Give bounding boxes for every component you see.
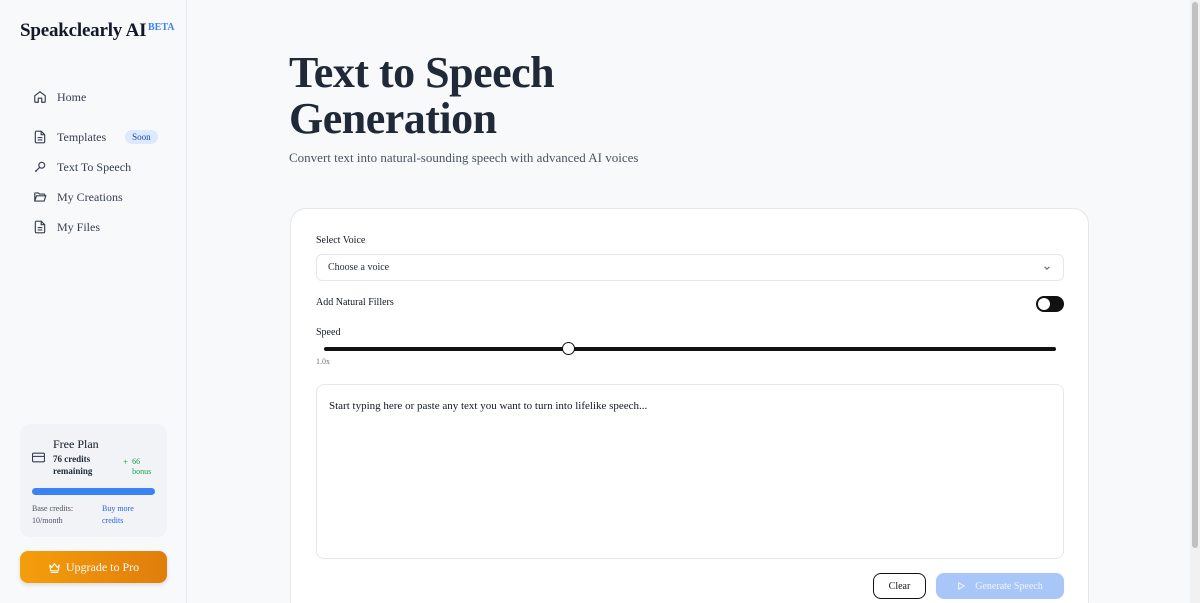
soon-badge: Soon — [125, 130, 158, 144]
sidebar-item-text-to-speech[interactable]: Text To Speech — [33, 157, 131, 177]
plan-card: Free Plan 76 credits remaining +66 bonus… — [20, 424, 167, 537]
sidebar-item-label: Templates — [57, 129, 107, 144]
credits-progress-bar — [32, 488, 155, 495]
folder-open-icon — [33, 190, 47, 204]
upgrade-label: Upgrade to Pro — [65, 559, 140, 574]
sidebar-item-my-files[interactable]: My Files — [33, 217, 100, 237]
tts-form-panel: Select Voice Choose a voice Add Natural … — [290, 208, 1089, 603]
bonus-plus: + — [123, 457, 129, 467]
generate-label: Generate Speech — [975, 580, 1043, 592]
page-scrollbar[interactable] — [1190, 0, 1200, 603]
voice-label: Select Voice — [316, 235, 366, 246]
base-credits: Base credits: 10/month — [32, 504, 74, 525]
toggle-knob — [1038, 298, 1050, 310]
plan-title: Free Plan — [53, 437, 99, 451]
crown-icon — [48, 562, 60, 573]
bonus-credits: +66 bonus — [123, 457, 154, 477]
text-input[interactable]: Start typing here or paste any text you … — [316, 384, 1064, 559]
upgrade-button[interactable]: Upgrade to Pro — [20, 551, 167, 583]
speed-value: 1.0x — [316, 357, 330, 366]
speed-slider[interactable] — [324, 342, 1056, 355]
speed-slider-thumb[interactable] — [561, 342, 575, 355]
sidebar-item-label: Home — [57, 89, 87, 104]
page-subtitle: Convert text into natural-sounding speec… — [289, 150, 639, 165]
sidebar-item-my-creations[interactable]: My Creations — [33, 187, 123, 207]
beta-badge: BETA — [148, 22, 175, 33]
scrollbar-thumb[interactable] — [1192, 2, 1198, 548]
play-icon — [958, 582, 966, 590]
document-icon — [33, 130, 47, 144]
chevron-down-icon — [1044, 266, 1050, 271]
credit-card-icon — [32, 452, 45, 463]
sidebar-item-label: My Creations — [57, 189, 123, 204]
file-icon — [33, 220, 47, 234]
page-title: Text to Speech Generation — [289, 48, 555, 143]
voice-select[interactable]: Choose a voice — [316, 254, 1064, 281]
voice-select-value: Choose a voice — [328, 262, 390, 273]
sidebar-item-home[interactable]: Home — [33, 87, 86, 107]
buy-more-credits-link[interactable]: Buy more credits — [102, 503, 152, 527]
bonus-label: 66 bonus — [132, 457, 152, 476]
sidebar-item-label: Text To Speech — [57, 159, 132, 174]
microphone-icon — [33, 160, 47, 174]
sidebar-item-templates[interactable]: Templates Soon — [33, 127, 158, 147]
fillers-toggle[interactable] — [1036, 296, 1064, 312]
speed-label: Speed — [316, 327, 341, 338]
generate-speech-button[interactable]: Generate Speech — [936, 573, 1064, 599]
fillers-label: Add Natural Fillers — [316, 297, 394, 308]
sidebar-item-label: My Files — [57, 219, 101, 234]
home-icon — [33, 90, 47, 104]
credits-remaining: 76 credits remaining — [53, 454, 93, 476]
app-logo[interactable]: Speakclearly AI — [20, 20, 147, 42]
clear-button[interactable]: Clear — [873, 573, 926, 599]
sidebar: Speakclearly AI BETA Home Templates Soon… — [0, 0, 187, 603]
